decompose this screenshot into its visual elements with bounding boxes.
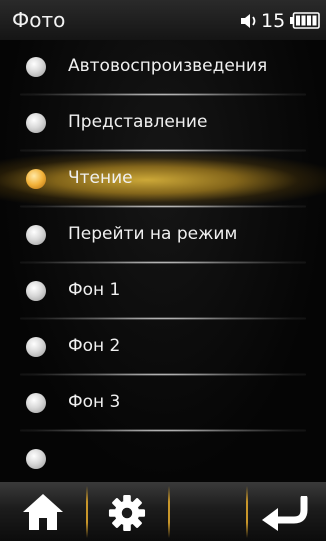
menu-item-autoplay[interactable]: Автовоспроизведения — [0, 40, 326, 96]
radio-indicator — [26, 281, 46, 301]
menu-item-reading[interactable]: Чтение — [0, 152, 326, 208]
radio-indicator — [26, 449, 46, 469]
menu-item-background-2[interactable]: Фон 2 — [0, 320, 326, 376]
home-icon — [23, 494, 63, 530]
menu-item-label: Представление — [68, 112, 208, 132]
screen: Фото 15 Автовоспроизведения Представлени… — [0, 0, 326, 541]
menu-item-background-1[interactable]: Фон 1 — [0, 264, 326, 320]
battery-icon — [290, 12, 320, 29]
status-bar: Фото 15 — [0, 0, 326, 40]
radio-indicator — [26, 337, 46, 357]
selection-highlight — [0, 153, 326, 207]
menu-item-label: Фон 3 — [68, 392, 121, 412]
menu-item-label: Чтение — [68, 168, 133, 188]
radio-indicator-selected — [26, 169, 46, 189]
bottom-toolbar — [0, 482, 326, 541]
empty-toolbar-button[interactable] — [170, 482, 246, 541]
gear-icon — [108, 494, 146, 532]
screen-title: Фото — [12, 8, 66, 32]
menu-list: Автовоспроизведения Представление Чтение… — [0, 40, 326, 482]
volume-indicator: 15 — [240, 10, 285, 32]
radio-indicator — [26, 393, 46, 413]
menu-item-label: Фон 1 — [68, 280, 121, 300]
menu-item-switch-mode[interactable]: Перейти на режим — [0, 208, 326, 264]
menu-item-label: Автовоспроизведения — [68, 56, 268, 76]
menu-item-view[interactable]: Представление — [0, 96, 326, 152]
menu-item-label: Перейти на режим — [68, 224, 238, 244]
back-button[interactable] — [248, 482, 326, 541]
home-button[interactable] — [0, 482, 86, 541]
back-arrow-icon — [262, 496, 308, 531]
menu-item-label: Фон 2 — [68, 336, 121, 356]
settings-button[interactable] — [88, 482, 168, 541]
radio-indicator — [26, 57, 46, 77]
radio-indicator — [26, 113, 46, 133]
radio-indicator — [26, 225, 46, 245]
volume-value: 15 — [261, 10, 286, 32]
speaker-icon — [241, 14, 256, 28]
menu-item-background-3[interactable]: Фон 3 — [0, 376, 326, 432]
menu-item-empty[interactable] — [0, 432, 326, 488]
